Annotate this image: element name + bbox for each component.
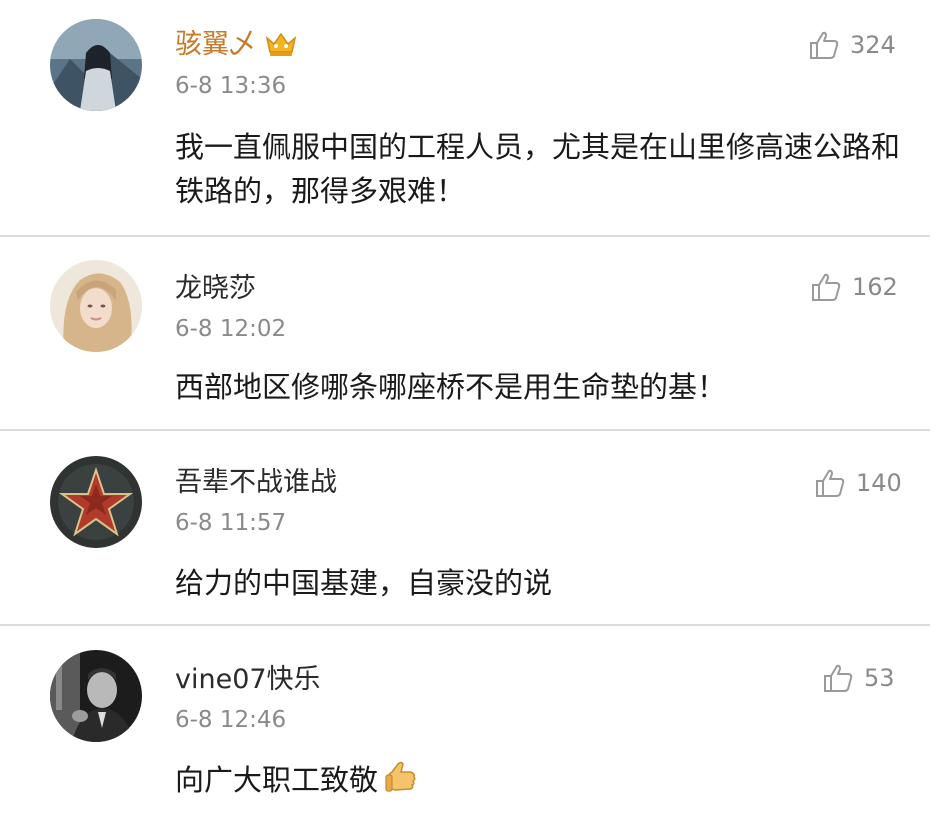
avatar[interactable] [50, 19, 142, 111]
comment-text: 向广大职工致敬 [175, 758, 915, 810]
timestamp: 6-8 11:57 [175, 510, 287, 536]
avatar[interactable] [50, 260, 142, 352]
timestamp: 6-8 12:46 [175, 707, 287, 733]
like-count: 324 [850, 31, 896, 59]
username[interactable]: 龙晓莎 [175, 272, 256, 306]
thumbs-up-icon [816, 469, 845, 497]
timestamp: 6-8 12:02 [175, 316, 287, 342]
avatar[interactable] [50, 650, 142, 742]
like-count: 162 [852, 273, 898, 301]
avatar[interactable] [50, 456, 142, 548]
username[interactable]: vine07快乐 [175, 663, 321, 697]
timestamp: 6-8 13:36 [175, 73, 287, 99]
vip-crown-icon [264, 30, 298, 58]
like-button[interactable]: 324 [808, 28, 896, 62]
thumbs-up-icon [824, 664, 853, 692]
username[interactable]: 吾辈不战谁战 [175, 466, 337, 500]
like-count: 53 [864, 664, 895, 692]
like-button[interactable]: 53 [822, 661, 895, 695]
thumbs-up-icon [812, 273, 841, 301]
comment-item: 龙晓莎 6-8 12:02 162 西部地区修哪条哪座桥不是用生命垫的基！ [0, 237, 949, 430]
comment-item: 骇翼乄 6-8 13:36 324 我一直佩服中国的工程人员，尤其是在山里修高速… [0, 0, 949, 236]
comment-item: vine07快乐 6-8 12:46 53 向广大职工致敬 [0, 626, 949, 818]
comment-text: 西部地区修哪条哪座桥不是用生命垫的基！ [175, 370, 727, 404]
username[interactable]: 骇翼乄 [175, 28, 256, 62]
comment-text: 我一直佩服中国的工程人员，尤其是在山里修高速公路和铁路的，那得多艰难！ [175, 130, 901, 208]
comment-text-body: 向广大职工致敬 [175, 763, 379, 797]
comment-item: 吾辈不战谁战 6-8 11:57 140 给力的中国基建，自豪没的说 [0, 431, 949, 625]
thumbs-up-emoji-icon [384, 760, 418, 810]
like-button[interactable]: 162 [810, 270, 898, 304]
thumbs-up-icon [810, 31, 839, 59]
like-button[interactable]: 140 [814, 466, 902, 500]
like-count: 140 [856, 469, 902, 497]
comment-list: 骇翼乄 6-8 13:36 324 我一直佩服中国的工程人员，尤其是在山里修高速… [0, 0, 949, 818]
comment-text: 给力的中国基建，自豪没的说 [175, 566, 553, 600]
